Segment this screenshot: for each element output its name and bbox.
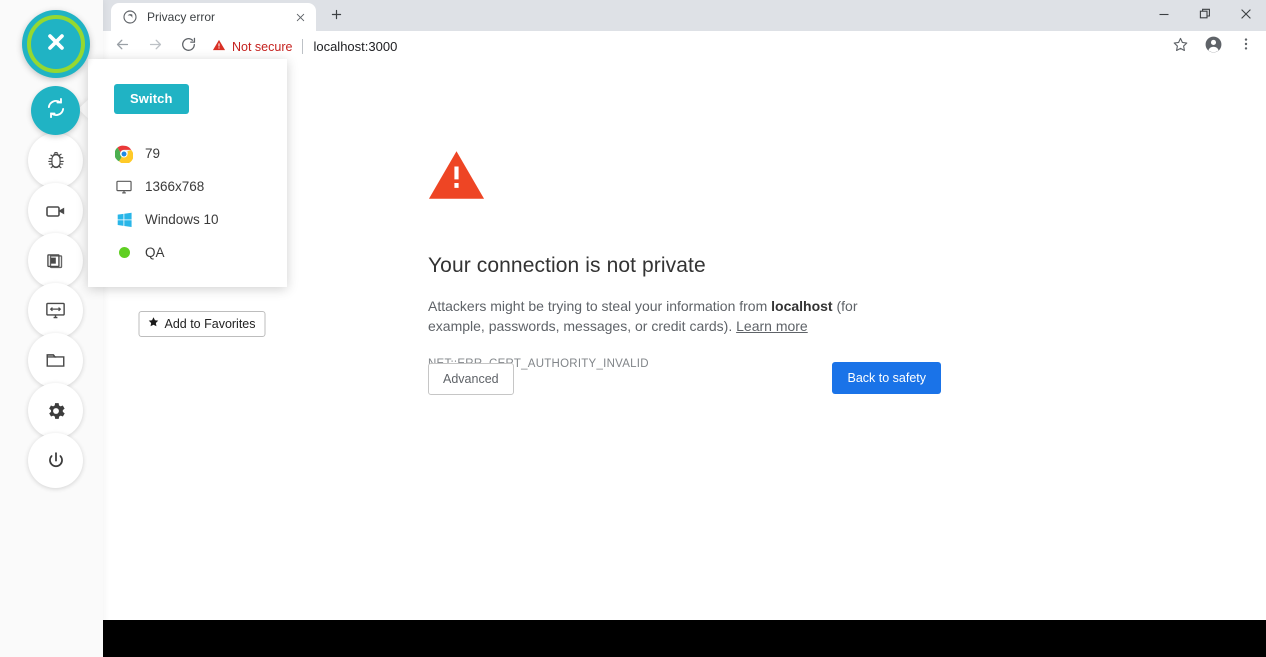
account-icon <box>1204 35 1223 59</box>
rail-item-bug[interactable] <box>28 133 83 188</box>
list-item-label: Windows 10 <box>145 212 219 227</box>
reload-button[interactable] <box>174 33 202 61</box>
rail-item-files[interactable] <box>28 333 83 388</box>
bug-icon <box>45 150 67 172</box>
video-icon <box>44 199 68 223</box>
url-text: localhost:3000 <box>313 39 398 54</box>
address-bar[interactable]: Not secure localhost:3000 <box>212 33 1157 61</box>
layers-icon <box>45 250 67 272</box>
add-to-favorites-button[interactable]: Add to Favorites <box>138 311 266 337</box>
arrow-right-icon <box>147 36 164 58</box>
close-icon <box>1240 7 1252 25</box>
power-icon <box>45 450 67 472</box>
rail-item-settings[interactable] <box>28 383 83 438</box>
bottom-bar <box>103 620 1266 657</box>
close-window-button[interactable] <box>1225 0 1266 31</box>
back-button[interactable] <box>108 33 136 61</box>
new-tab-button[interactable] <box>324 5 348 29</box>
list-item-label: 79 <box>145 146 161 161</box>
bookmark-button[interactable] <box>1166 33 1194 61</box>
rail-item-layers[interactable] <box>28 233 83 288</box>
warning-triangle-icon <box>428 151 485 204</box>
star-outline-icon <box>1172 36 1189 58</box>
session-info-popup: Switch 79 1366x768 Windows 10 QA Add to … <box>88 59 287 337</box>
advanced-button[interactable]: Advanced <box>428 363 514 395</box>
interstitial-actions: Advanced Back to safety <box>428 362 941 395</box>
warning-triangle-icon <box>212 38 226 55</box>
add-to-favorites-label: Add to Favorites <box>164 316 256 331</box>
toolbar-actions <box>1161 33 1266 61</box>
restore-icon <box>1199 7 1211 25</box>
maximize-button[interactable] <box>1184 0 1225 31</box>
session-detail-list: 79 1366x768 Windows 10 QA <box>114 137 274 269</box>
description-part-1: Attackers might be trying to steal your … <box>428 298 772 314</box>
forward-button[interactable] <box>141 33 169 61</box>
rail-item-power[interactable] <box>28 433 83 488</box>
page-title: Your connection is not private <box>428 254 706 277</box>
list-item-environment: QA <box>114 236 274 269</box>
close-icon[interactable] <box>292 9 308 25</box>
tab-privacy-error[interactable]: Privacy error <box>111 3 316 31</box>
security-status[interactable]: Not secure <box>212 38 292 55</box>
more-vertical-icon <box>1238 36 1254 57</box>
sync-icon <box>43 95 69 126</box>
folder-icon <box>44 349 67 372</box>
monitor-icon <box>114 177 134 197</box>
interstitial: Your connection is not private Attackers… <box>428 150 1028 370</box>
security-label: Not secure <box>232 39 293 54</box>
list-item-label: QA <box>145 245 165 260</box>
tab-strip: Privacy error <box>103 0 1266 31</box>
minimize-button[interactable] <box>1143 0 1184 31</box>
page-description: Attackers might be trying to steal your … <box>428 296 888 336</box>
plus-icon <box>330 8 343 26</box>
host-name: localhost <box>771 298 833 314</box>
gear-icon <box>45 400 67 422</box>
list-item-os: Windows 10 <box>114 203 274 236</box>
learn-more-link[interactable]: Learn more <box>736 318 808 334</box>
arrow-left-icon <box>114 36 131 58</box>
star-icon <box>147 316 159 331</box>
list-item-browser: 79 <box>114 137 274 170</box>
windows-icon <box>114 210 134 230</box>
chrome-icon <box>114 144 134 164</box>
switch-button[interactable]: Switch <box>114 84 189 114</box>
reload-icon <box>180 36 197 58</box>
window-controls <box>1143 0 1266 31</box>
x-icon <box>43 29 69 60</box>
list-item-resolution: 1366x768 <box>114 170 274 203</box>
rail-item-record[interactable] <box>28 183 83 238</box>
profile-button[interactable] <box>1199 33 1227 61</box>
list-item-label: 1366x768 <box>145 179 205 194</box>
browser-menu-button[interactable] <box>1232 33 1260 61</box>
monitor-resize-icon <box>44 299 67 322</box>
minimize-icon <box>1158 7 1170 25</box>
tab-title: Privacy error <box>147 10 216 24</box>
rail-item-switch[interactable] <box>31 86 80 135</box>
screen: Switch 79 1366x768 Windows 10 QA Add to … <box>0 0 1266 657</box>
back-to-safety-button[interactable]: Back to safety <box>832 362 941 394</box>
close-session-button[interactable] <box>22 10 90 78</box>
rail-item-resize[interactable] <box>28 283 83 338</box>
green-dot-icon <box>114 243 134 263</box>
divider <box>302 39 304 54</box>
globe-icon <box>122 9 138 25</box>
